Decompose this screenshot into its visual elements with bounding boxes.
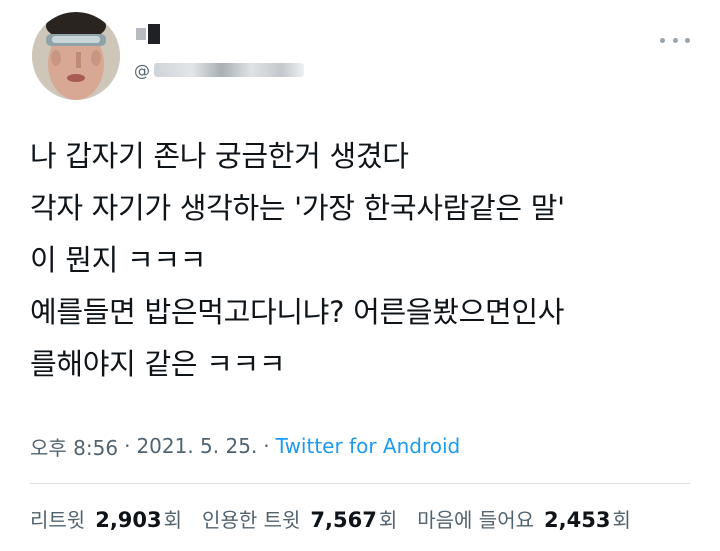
tweet-text-line: 이 뭔지 ㅋㅋㅋ (30, 243, 207, 277)
stat-label: 리트윗 (30, 507, 86, 532)
redaction-blur (148, 24, 160, 44)
tweet-text-line: 예를들면 밥은먹고다니냐? 어른을봤으면인사 (30, 295, 565, 329)
stat-count: 7,567 (310, 507, 377, 532)
stat-count: 2,903 (95, 507, 162, 532)
quote-tweets-stat[interactable]: 인용한 트윗 7,567 회 (202, 504, 397, 533)
tweet-date[interactable]: 2021. 5. 25. (136, 434, 257, 458)
tweet-text: 나 갑자기 존나 궁금한거 생겼다 각자 자기가 생각하는 '가장 한국사람같은… (30, 130, 700, 390)
author-block[interactable]: @ (134, 22, 614, 92)
tweet-time[interactable]: 오후 8:56 (30, 432, 118, 461)
tweet-stats: 리트윗 2,903 회 인용한 트윗 7,567 회 마음에 들어요 2,453… (30, 500, 651, 536)
avatar[interactable] (32, 12, 120, 100)
author-handle[interactable]: @ (134, 58, 304, 82)
tweet-card: @ 나 갑자기 존나 궁금한거 생겼다 각자 자기가 생각하는 '가장 한국사람… (0, 0, 720, 551)
stat-unit: 회 (378, 507, 398, 532)
stat-label: 마음에 들어요 (417, 507, 535, 532)
redaction-blur (136, 28, 146, 40)
redaction-blur (154, 63, 304, 77)
stat-unit: 회 (612, 507, 631, 532)
avatar-image (32, 12, 120, 100)
tweet-text-line: 각자 자기가 생각하는 '가장 한국사람같은 말' (30, 191, 565, 225)
divider (30, 483, 690, 484)
tweet-meta: 오후 8:56 · 2021. 5. 25. · Twitter for And… (30, 428, 460, 464)
meta-separator: · (124, 434, 131, 458)
tweet-text-line: 를해야지 같은 ㅋㅋㅋ (30, 347, 286, 381)
tweet-text-line: 나 갑자기 존나 궁금한거 생겼다 (30, 139, 409, 173)
stat-unit: 회 (163, 507, 183, 532)
likes-stat[interactable]: 마음에 들어요 2,453 회 (417, 504, 631, 533)
tweet-source-link[interactable]: Twitter for Android (276, 434, 461, 458)
stat-label: 인용한 트윗 (202, 507, 301, 532)
retweets-stat[interactable]: 리트윗 2,903 회 (30, 504, 182, 533)
stat-count: 2,453 (544, 507, 611, 532)
author-display-name[interactable] (134, 22, 160, 46)
more-options-icon[interactable] (660, 30, 690, 50)
meta-separator: · (263, 434, 270, 458)
